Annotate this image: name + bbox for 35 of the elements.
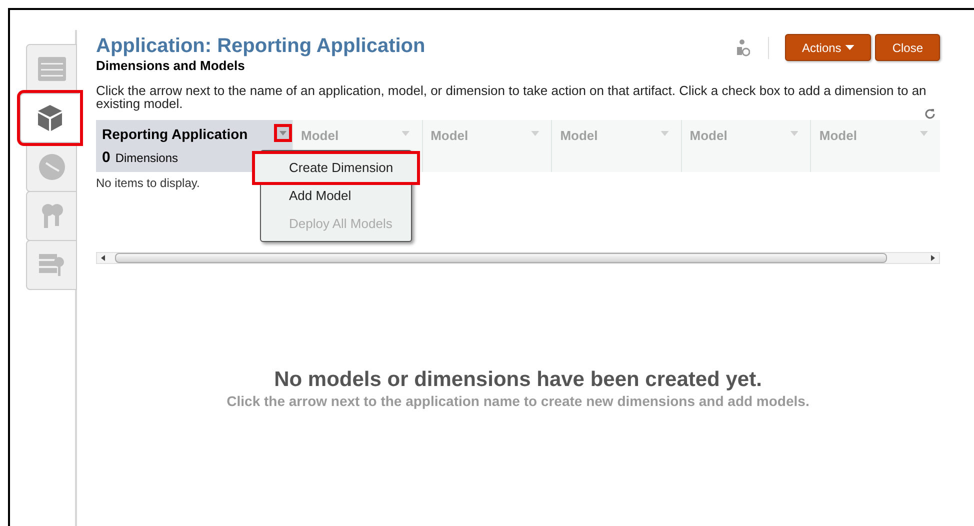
column-label: Model xyxy=(301,127,339,145)
caret-icon[interactable] xyxy=(660,131,669,136)
sidebar-tab[interactable] xyxy=(20,93,80,143)
menu-item[interactable]: Create Dimension xyxy=(255,154,417,182)
instruction-text: Click the arrow next to the name of an application, model, or dimension to take action on that artifact. Click a check box to add a dimension to an existing model. xyxy=(96,84,928,110)
empty-state-hint: Click the arrow next to the application name to create new dimensions and add models. xyxy=(226,392,810,410)
caret-icon[interactable] xyxy=(531,131,540,136)
section-title: Dimensions and Models xyxy=(96,58,246,74)
application-name: Reporting Application xyxy=(102,125,249,143)
header-button[interactable]: Close xyxy=(875,34,940,61)
dimension-label: Dimensions xyxy=(115,150,178,167)
column-label: Model xyxy=(430,127,468,145)
scroll-thumb[interactable] xyxy=(115,253,887,263)
page-title: Application: Reporting Application xyxy=(96,34,426,58)
cube-icon xyxy=(37,104,63,132)
server-key-icon xyxy=(38,253,64,277)
horizontal-scrollbar[interactable] xyxy=(96,252,940,264)
user-icon[interactable] xyxy=(736,38,750,56)
column-label: Model xyxy=(690,127,728,145)
scroll-left-icon[interactable] xyxy=(101,255,105,261)
header-button[interactable]: Actions xyxy=(784,34,872,61)
dimension-count: 0 xyxy=(102,148,110,168)
column-label: Model xyxy=(560,127,598,145)
clock-icon xyxy=(38,153,66,181)
scroll-right-icon[interactable] xyxy=(931,255,935,261)
caret-icon[interactable] xyxy=(920,131,928,136)
caret-icon[interactable] xyxy=(790,131,798,136)
caret-icon xyxy=(279,130,287,136)
list-icon xyxy=(38,57,66,81)
menu-item[interactable]: Add Model xyxy=(261,182,411,210)
column-label: Model xyxy=(819,127,857,145)
refresh-icon[interactable] xyxy=(924,108,936,120)
empty-grid-text: No items to display. xyxy=(96,175,200,192)
caret-icon[interactable] xyxy=(402,131,410,136)
empty-state-heading: No models or dimensions have been created yet. xyxy=(274,368,762,392)
